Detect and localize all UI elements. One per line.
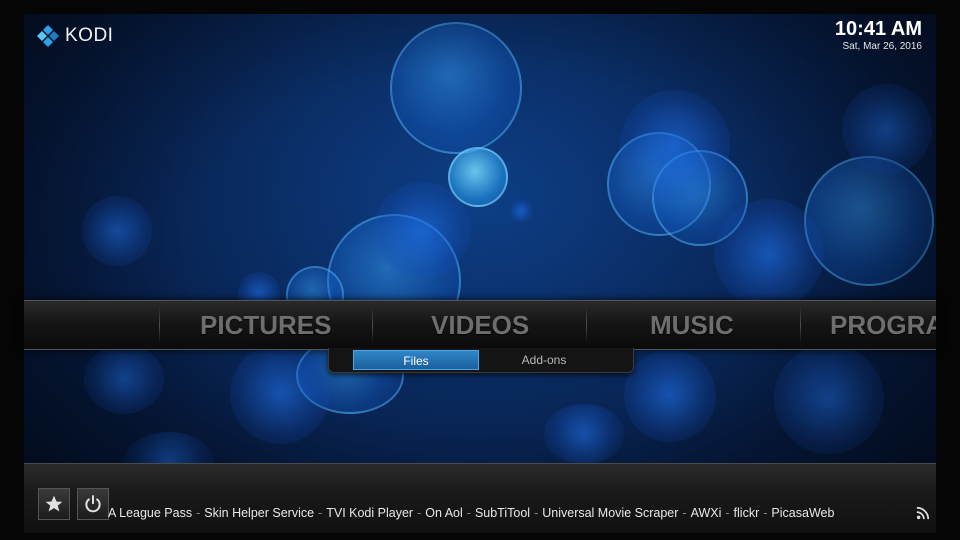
menu-divider [372,307,373,343]
menu-divider [159,307,160,343]
menu-item-music[interactable]: MUSIC [650,301,734,349]
menu-item-pictures[interactable]: PICTURES [200,301,331,349]
kodi-logo: KODI [36,24,113,48]
submenu: Files Add-ons [328,348,634,373]
star-icon [45,495,63,512]
addon-item[interactable]: Universal Movie Scraper [542,506,678,520]
addon-item[interactable]: AWXi [691,506,722,520]
addon-item[interactable]: A League Pass [108,506,192,520]
addon-item[interactable]: TVI Kodi Player [326,506,413,520]
main-menu: PICTURES VIDEOS MUSIC PROGRA [24,300,936,350]
menu-divider [586,307,587,343]
power-icon [85,495,101,513]
kodi-logo-text: KODI [65,25,114,46]
clock-date: Sat, Mar 26, 2016 [842,41,923,52]
clock: 10:41 AM Sat, Mar 26, 2016 [835,18,922,54]
kodi-logo-icon [37,25,59,47]
background-bokeh [24,14,936,532]
menu-divider [800,307,801,343]
power-button[interactable] [77,488,109,520]
clock-time: 10:41 AM [834,18,922,40]
addon-item[interactable]: SubTiTool [475,506,530,520]
kodi-home-screen: KODI 10:41 AM Sat, Mar 26, 2016 PICTURES… [0,0,960,540]
addon-item[interactable]: PicasaWeb [771,506,834,520]
addon-item[interactable]: Skin Helper Service [204,506,314,520]
menu-item-programs[interactable]: PROGRA [830,301,936,349]
rss-icon[interactable] [916,506,930,520]
submenu-item-addons[interactable]: Add-ons [481,350,607,370]
addon-item[interactable]: flickr [734,506,760,520]
favourites-button[interactable] [38,488,70,520]
bottom-bar [24,463,936,533]
submenu-item-files[interactable]: Files [353,350,479,370]
addon-item[interactable]: On Aol [425,506,463,520]
menu-item-videos[interactable]: VIDEOS [431,301,529,349]
addon-ticker: A League Pass - Skin Helper Service - TVI Ko… [108,506,835,520]
